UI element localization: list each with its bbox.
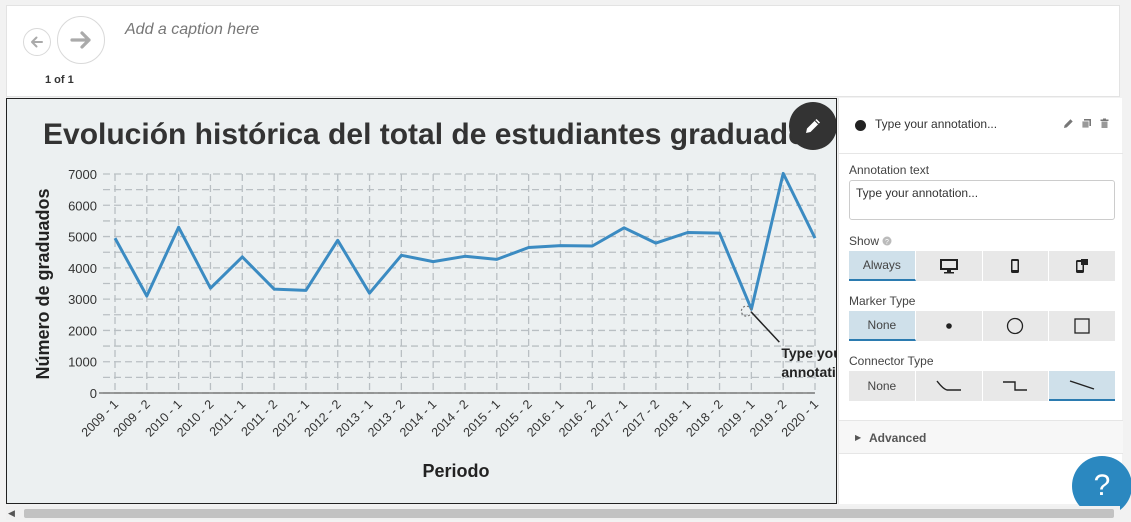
advanced-section-toggle[interactable]: ▶ Advanced [839,420,1123,454]
chart-title: Evolución histórica del total de estudia… [43,118,823,151]
advanced-label: Advanced [869,431,927,445]
pencil-icon[interactable] [1063,118,1074,129]
y-tick-label: 7000 [68,167,97,182]
elbow-connector-icon [1003,381,1028,391]
caret-right-icon: ▶ [855,433,862,442]
y-tick-label: 4000 [68,261,97,276]
y-axis-label: Número de graduados [33,188,53,379]
arrow-left-icon [31,36,43,48]
chart-annotation[interactable]: Type your annotatio [740,305,837,380]
annotation-marker-dot [855,120,866,131]
previous-slide-button[interactable] [23,28,51,56]
annotation-text-label: Annotation text [849,163,930,177]
show-label: Show ? [849,234,892,248]
edit-chart-button[interactable] [789,102,836,150]
circle-marker-icon [1007,317,1024,335]
connector-elbow-button[interactable] [982,371,1050,401]
dot-marker-icon [945,323,952,329]
grid [103,173,816,394]
caption-bar: 1 of 1 Add a caption here [6,5,1120,97]
square-marker-icon [1074,318,1090,334]
arrow-right-icon [70,31,91,49]
y-tick-label: 2000 [68,323,97,338]
straight-connector-icon [1069,380,1095,390]
connector-type-label: Connector Type [849,354,934,368]
marker-type-label: Marker Type [849,294,916,308]
annotation-panel: Type your annotation... Annotation text … [838,98,1123,504]
horizontal-scrollbar[interactable]: ◀ [6,506,1120,520]
svg-text:?: ? [885,239,889,246]
marker-type-options: None [849,311,1115,341]
y-tick-labels: 0 1000 2000 3000 4000 5000 6000 7000 [68,167,97,401]
y-tick-label: 0 [90,386,97,401]
marker-none-button[interactable]: None [849,311,916,341]
desktop-icon [939,259,958,274]
show-always-button[interactable]: Always [849,251,916,281]
scrollbar-thumb[interactable] [24,509,1114,518]
connector-curved-button[interactable] [915,371,983,401]
show-mobile-override-button[interactable] [1049,251,1115,281]
y-tick-label: 1000 [68,355,97,370]
line-chart: Evolución histórica del total de estudia… [33,118,837,481]
annotation-connector [750,311,780,343]
marker-square-button[interactable] [1049,311,1115,341]
annotation-text-line[interactable]: annotatio [781,364,837,380]
mobile-icon [1011,259,1020,273]
next-slide-button[interactable] [57,16,105,64]
show-mobile-button[interactable] [982,251,1050,281]
y-tick-label: 5000 [68,230,97,245]
connector-none-button[interactable]: None [849,371,916,401]
chart-frame: Evolución histórica del total de estudia… [6,98,837,504]
trash-icon[interactable] [1099,118,1110,129]
annotation-header[interactable]: Type your annotation... [839,98,1123,154]
curved-connector-icon [936,380,961,391]
show-desktop-button[interactable] [915,251,983,281]
show-options: Always [849,251,1115,281]
caption-input[interactable]: Add a caption here [125,21,259,39]
page-counter: 1 of 1 [45,74,74,86]
x-tick-labels: 2009 - 12009 - 22010 - 12010 - 22011 - 1… [79,397,821,439]
duplicate-icon[interactable] [1081,118,1092,129]
connector-straight-button[interactable] [1049,371,1115,401]
annotation-title: Type your annotation... [875,117,998,131]
y-tick-label: 3000 [68,292,97,307]
mobile-overlay-icon [1076,259,1089,273]
pencil-icon [806,119,820,133]
annotation-text-line[interactable]: Type your [781,345,837,361]
marker-circle-button[interactable] [982,311,1050,341]
marker-dot-button[interactable] [915,311,983,341]
y-tick-label: 6000 [68,198,97,213]
connector-type-options: None [849,371,1115,401]
scroll-left-arrow-icon[interactable]: ◀ [8,508,15,519]
annotation-text-field[interactable]: Type your annotation... [849,180,1115,220]
x-axis-label: Periodo [422,461,489,481]
help-circle-icon[interactable]: ? [882,236,892,246]
